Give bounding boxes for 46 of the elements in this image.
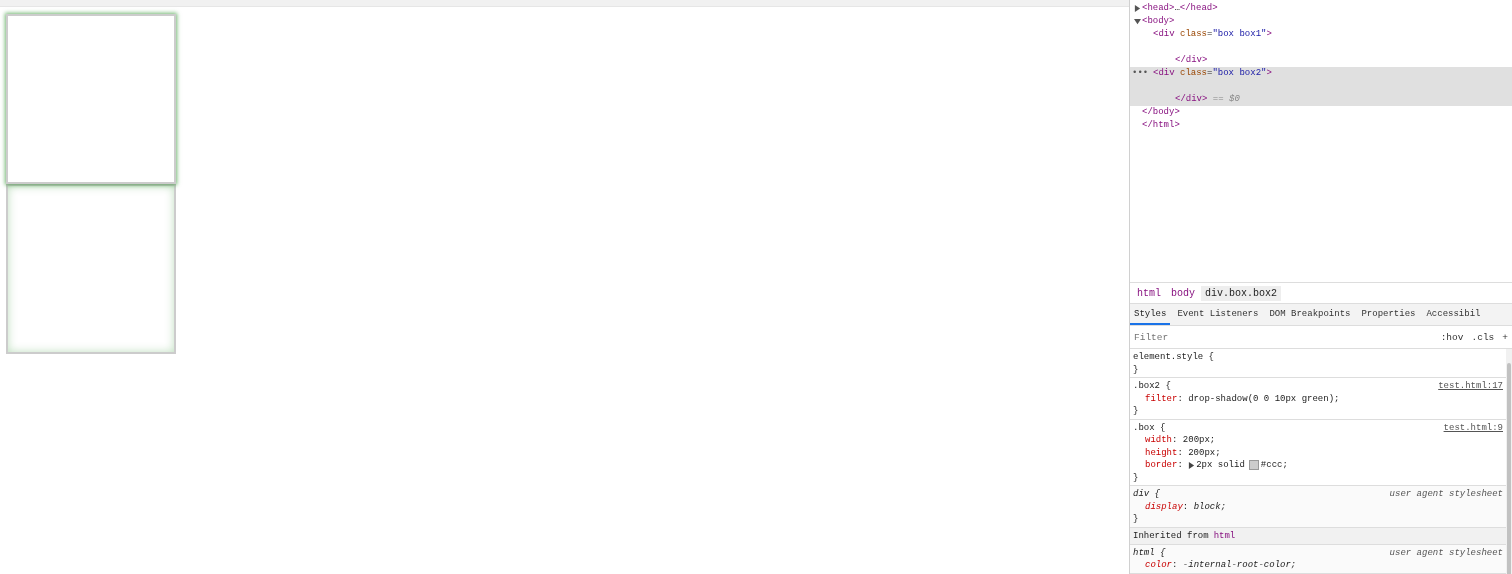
tab[interactable]: Event Listeners [1173, 304, 1263, 325]
inherited-link[interactable]: html [1213, 530, 1236, 541]
source-link[interactable]: test.html:9 [1443, 421, 1503, 434]
dom-line[interactable]: <div class="box box1"> [1153, 28, 1272, 41]
source-label: user agent stylesheet [1389, 546, 1503, 559]
source-link[interactable]: test.html:17 [1438, 380, 1503, 393]
tab[interactable]: Accessibil [1422, 304, 1485, 325]
breadcrumb[interactable]: html [1133, 285, 1165, 301]
toolbar-button[interactable]: .cls [1467, 331, 1499, 343]
tab[interactable]: Styles [1130, 304, 1171, 325]
rule-selector: element.style { [1133, 351, 1214, 364]
rule-selector: html { [1133, 546, 1166, 559]
collapsed-triangle-icon[interactable] [1134, 5, 1141, 12]
expand-triangle-icon[interactable] [1188, 461, 1196, 469]
scrollbar-thumb[interactable] [1507, 363, 1511, 574]
closing-brace: } [1133, 405, 1139, 418]
tab[interactable]: DOM Breakpoints [1265, 304, 1355, 325]
declaration[interactable]: height: 200px; [1133, 446, 1503, 459]
declaration[interactable]: filter: drop-shadow(0 0 10px green); [1133, 392, 1503, 405]
rule-selector: .box2 { [1133, 380, 1171, 393]
source-label: user agent stylesheet [1389, 488, 1503, 501]
declaration[interactable]: display: block; [1133, 500, 1503, 513]
toolbar-button[interactable]: + [1498, 331, 1512, 343]
declaration[interactable]: color: -internal-root-color; [1133, 559, 1503, 572]
inherited-label: Inherited from [1133, 530, 1209, 541]
dom-line[interactable]: </div> [1175, 54, 1208, 67]
dom-line[interactable]: </body> [1142, 106, 1180, 119]
color-swatch[interactable] [1248, 460, 1259, 471]
more-actions-button[interactable]: ••• [1132, 67, 1149, 80]
breadcrumb[interactable]: body [1167, 285, 1200, 301]
declaration[interactable]: border: 2px solid #ccc; [1133, 459, 1503, 472]
rule-selector: .box { [1133, 421, 1166, 434]
breadcrumb[interactable]: div.box.box2 [1201, 285, 1282, 301]
closing-brace: } [1133, 471, 1139, 484]
expanded-triangle-icon[interactable] [1134, 18, 1141, 25]
rule-selector: div { [1133, 488, 1160, 501]
closing-brace: } [1133, 363, 1139, 376]
dom-line[interactable]: </html> [1142, 119, 1180, 132]
dom-line[interactable]: <head>…</head> [1142, 2, 1218, 15]
toolbar-button[interactable]: :hov [1436, 331, 1468, 343]
dom-line[interactable]: <div class="box box2"> [1153, 67, 1272, 80]
closing-brace: } [1133, 513, 1139, 526]
declaration[interactable]: width: 200px; [1133, 434, 1503, 447]
tab[interactable]: Properties [1357, 304, 1420, 325]
dom-line[interactable]: <body> [1142, 15, 1175, 28]
dom-line[interactable]: </div> == $0 [1175, 93, 1240, 106]
